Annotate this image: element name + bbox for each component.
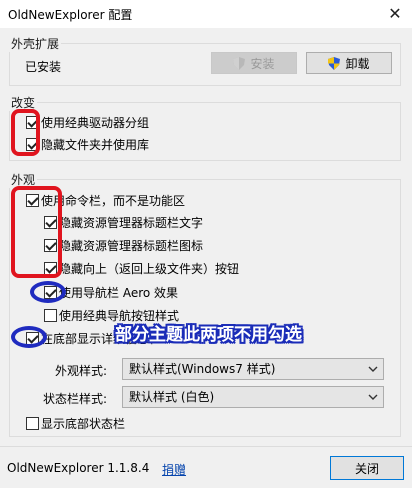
annotation-red-box bbox=[11, 186, 62, 278]
shield-icon bbox=[328, 56, 341, 70]
show-statusbar-label: 显示底部状态栏 bbox=[41, 417, 126, 431]
donate-link[interactable]: 捐赠 bbox=[162, 461, 186, 478]
install-button[interactable]: 安装 bbox=[211, 52, 297, 74]
classic-drive-grouping-label: 使用经典驱动器分组 bbox=[41, 116, 150, 130]
statusbar-style-select[interactable]: 默认样式 (白色) bbox=[122, 386, 384, 408]
install-button-label: 安装 bbox=[250, 56, 275, 71]
uninstall-button-label: 卸载 bbox=[345, 56, 370, 71]
shield-icon bbox=[233, 56, 246, 70]
chevron-down-icon bbox=[368, 366, 378, 372]
title-bar: OldNewExplorer 配置 ✕ bbox=[0, 0, 412, 28]
annotation-blue-ellipse bbox=[11, 326, 47, 348]
window-title: OldNewExplorer 配置 bbox=[8, 8, 133, 22]
close-button-label: 关闭 bbox=[354, 461, 379, 476]
aero-navbar-label: 使用导航栏 Aero 效果 bbox=[59, 286, 179, 300]
annotation-blue-ellipse bbox=[30, 281, 66, 303]
classic-nav-buttons-checkbox[interactable] bbox=[44, 309, 57, 322]
use-command-bar-label: 使用命令栏，而不是功能区 bbox=[41, 194, 186, 208]
chevron-down-icon bbox=[368, 394, 378, 400]
statusbar-style-label: 状态栏样式: bbox=[43, 392, 108, 406]
appearance-style-value: 默认样式(Windows7 样式) bbox=[129, 362, 276, 376]
version-label: OldNewExplorer 1.1.8.4 bbox=[7, 461, 150, 475]
close-icon[interactable]: ✕ bbox=[378, 0, 412, 28]
hide-up-button-label: 隐藏向上（返回上级文件夹）按钮 bbox=[59, 262, 240, 276]
annotation-red-box bbox=[11, 109, 40, 156]
shell-extension-title: 外壳扩展 bbox=[9, 35, 62, 52]
hide-title-text-label: 隐藏资源管理器标题栏文字 bbox=[59, 216, 204, 230]
annotation-text: 部分主题此两项不用勾选 bbox=[115, 325, 302, 345]
hide-folders-use-libraries-label: 隐藏文件夹并使用库 bbox=[41, 138, 150, 152]
hide-title-icon-label: 隐藏资源管理器标题栏图标 bbox=[59, 239, 204, 253]
statusbar-style-value: 默认样式 (白色) bbox=[129, 390, 215, 404]
close-button[interactable]: 关闭 bbox=[330, 456, 404, 480]
install-status: 已安装 bbox=[25, 60, 62, 74]
uninstall-button[interactable]: 卸载 bbox=[306, 52, 392, 74]
show-statusbar-checkbox[interactable] bbox=[26, 417, 39, 430]
appearance-style-label: 外观样式: bbox=[55, 364, 108, 378]
appearance-style-select[interactable]: 默认样式(Windows7 样式) bbox=[122, 358, 384, 380]
